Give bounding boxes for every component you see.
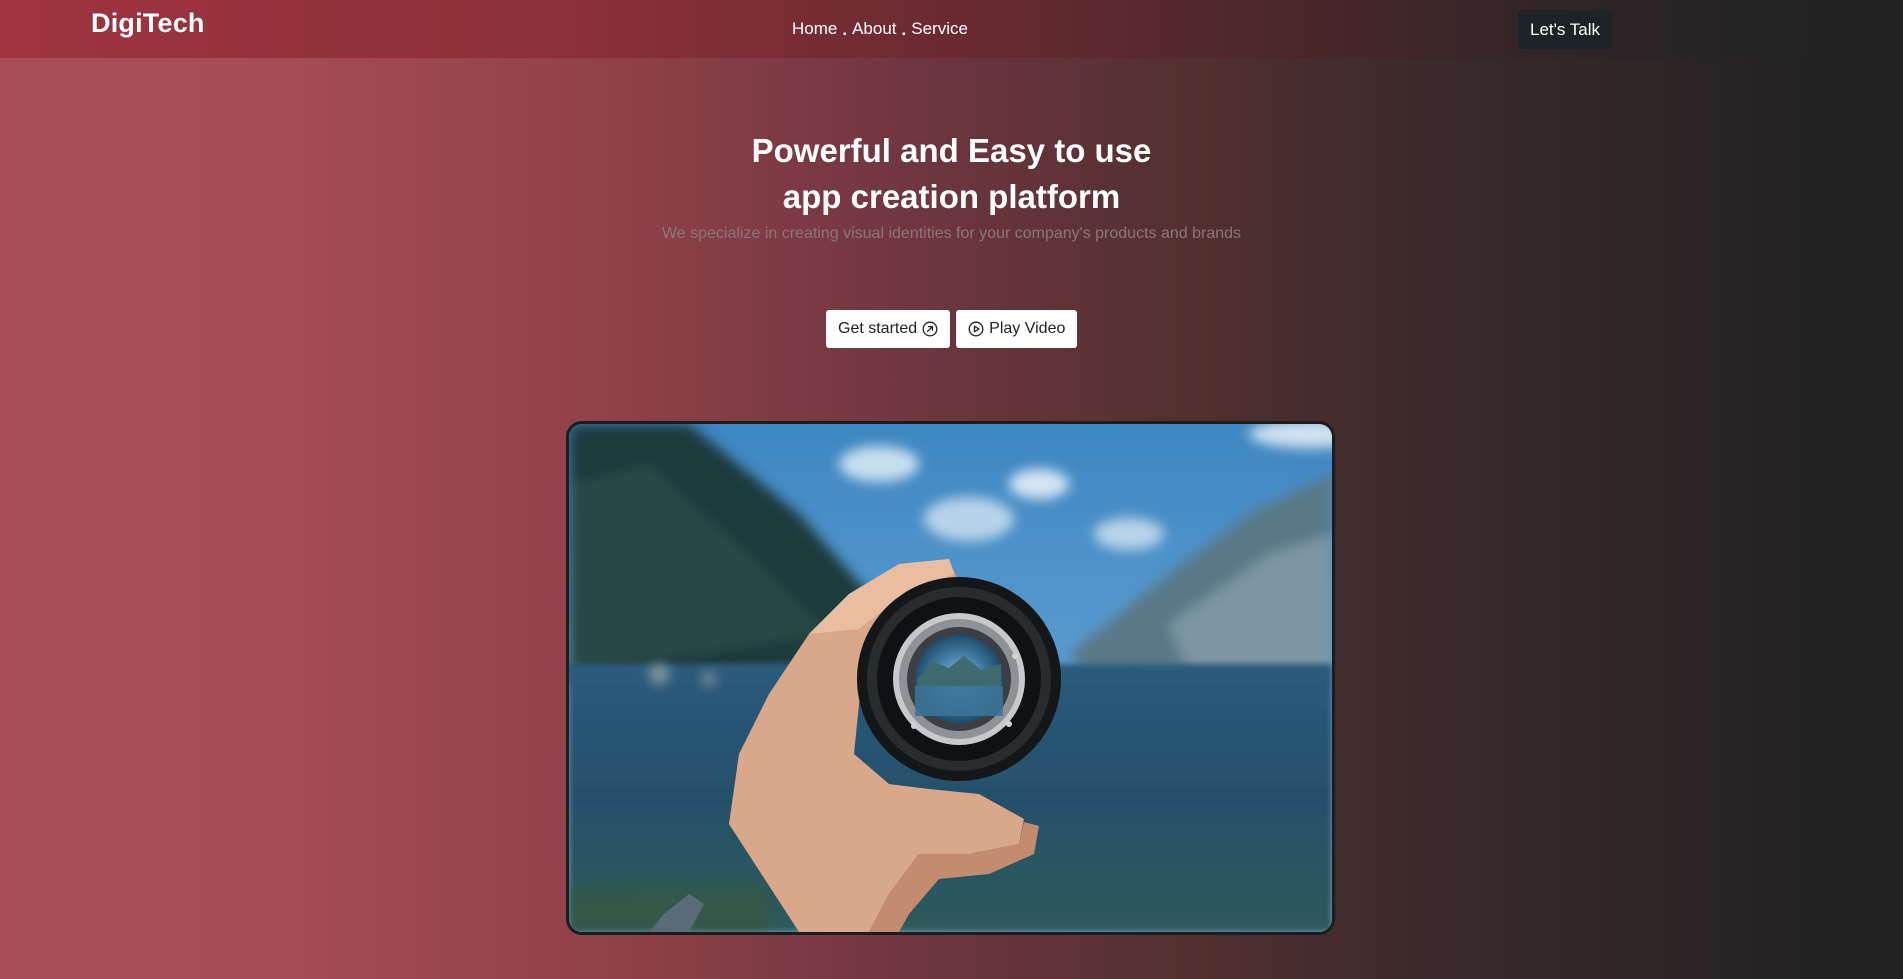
get-started-button[interactable]: Get started xyxy=(826,310,951,348)
lets-talk-button[interactable]: Let's Talk xyxy=(1518,10,1613,49)
nav-link-home[interactable]: Home xyxy=(792,19,837,39)
nav-link-about[interactable]: About xyxy=(852,19,896,39)
hero-subtitle: We specialize in creating visual identit… xyxy=(661,225,1242,242)
hero-title-line-2: app creation platform xyxy=(782,178,1121,215)
play-video-button[interactable]: Play Video xyxy=(956,310,1078,348)
play-video-label: Play Video xyxy=(989,320,1066,337)
nav-separator: . xyxy=(842,20,848,39)
hero-buttons: Get started Play Video xyxy=(826,310,1078,348)
navbar: DigiTech Home . About . Service Let's Ta… xyxy=(0,0,1903,58)
hero-title-line-1: Powerful and Easy to use xyxy=(751,132,1152,169)
play-circle-icon xyxy=(968,321,984,337)
get-started-label: Get started xyxy=(838,320,918,337)
hand-holding-camera-lens-icon xyxy=(569,424,1332,932)
page-background: DigiTech Home . About . Service Let's Ta… xyxy=(0,0,1903,979)
nav-separator: . xyxy=(901,20,907,39)
nav-links: Home . About . Service xyxy=(792,19,968,39)
hero-title: Powerful and Easy to use app creation pl… xyxy=(0,128,1903,220)
brand-logo[interactable]: DigiTech xyxy=(91,8,205,39)
arrow-up-right-circle-icon xyxy=(922,321,938,337)
nav-link-service[interactable]: Service xyxy=(911,19,968,39)
hero-image xyxy=(566,421,1335,935)
